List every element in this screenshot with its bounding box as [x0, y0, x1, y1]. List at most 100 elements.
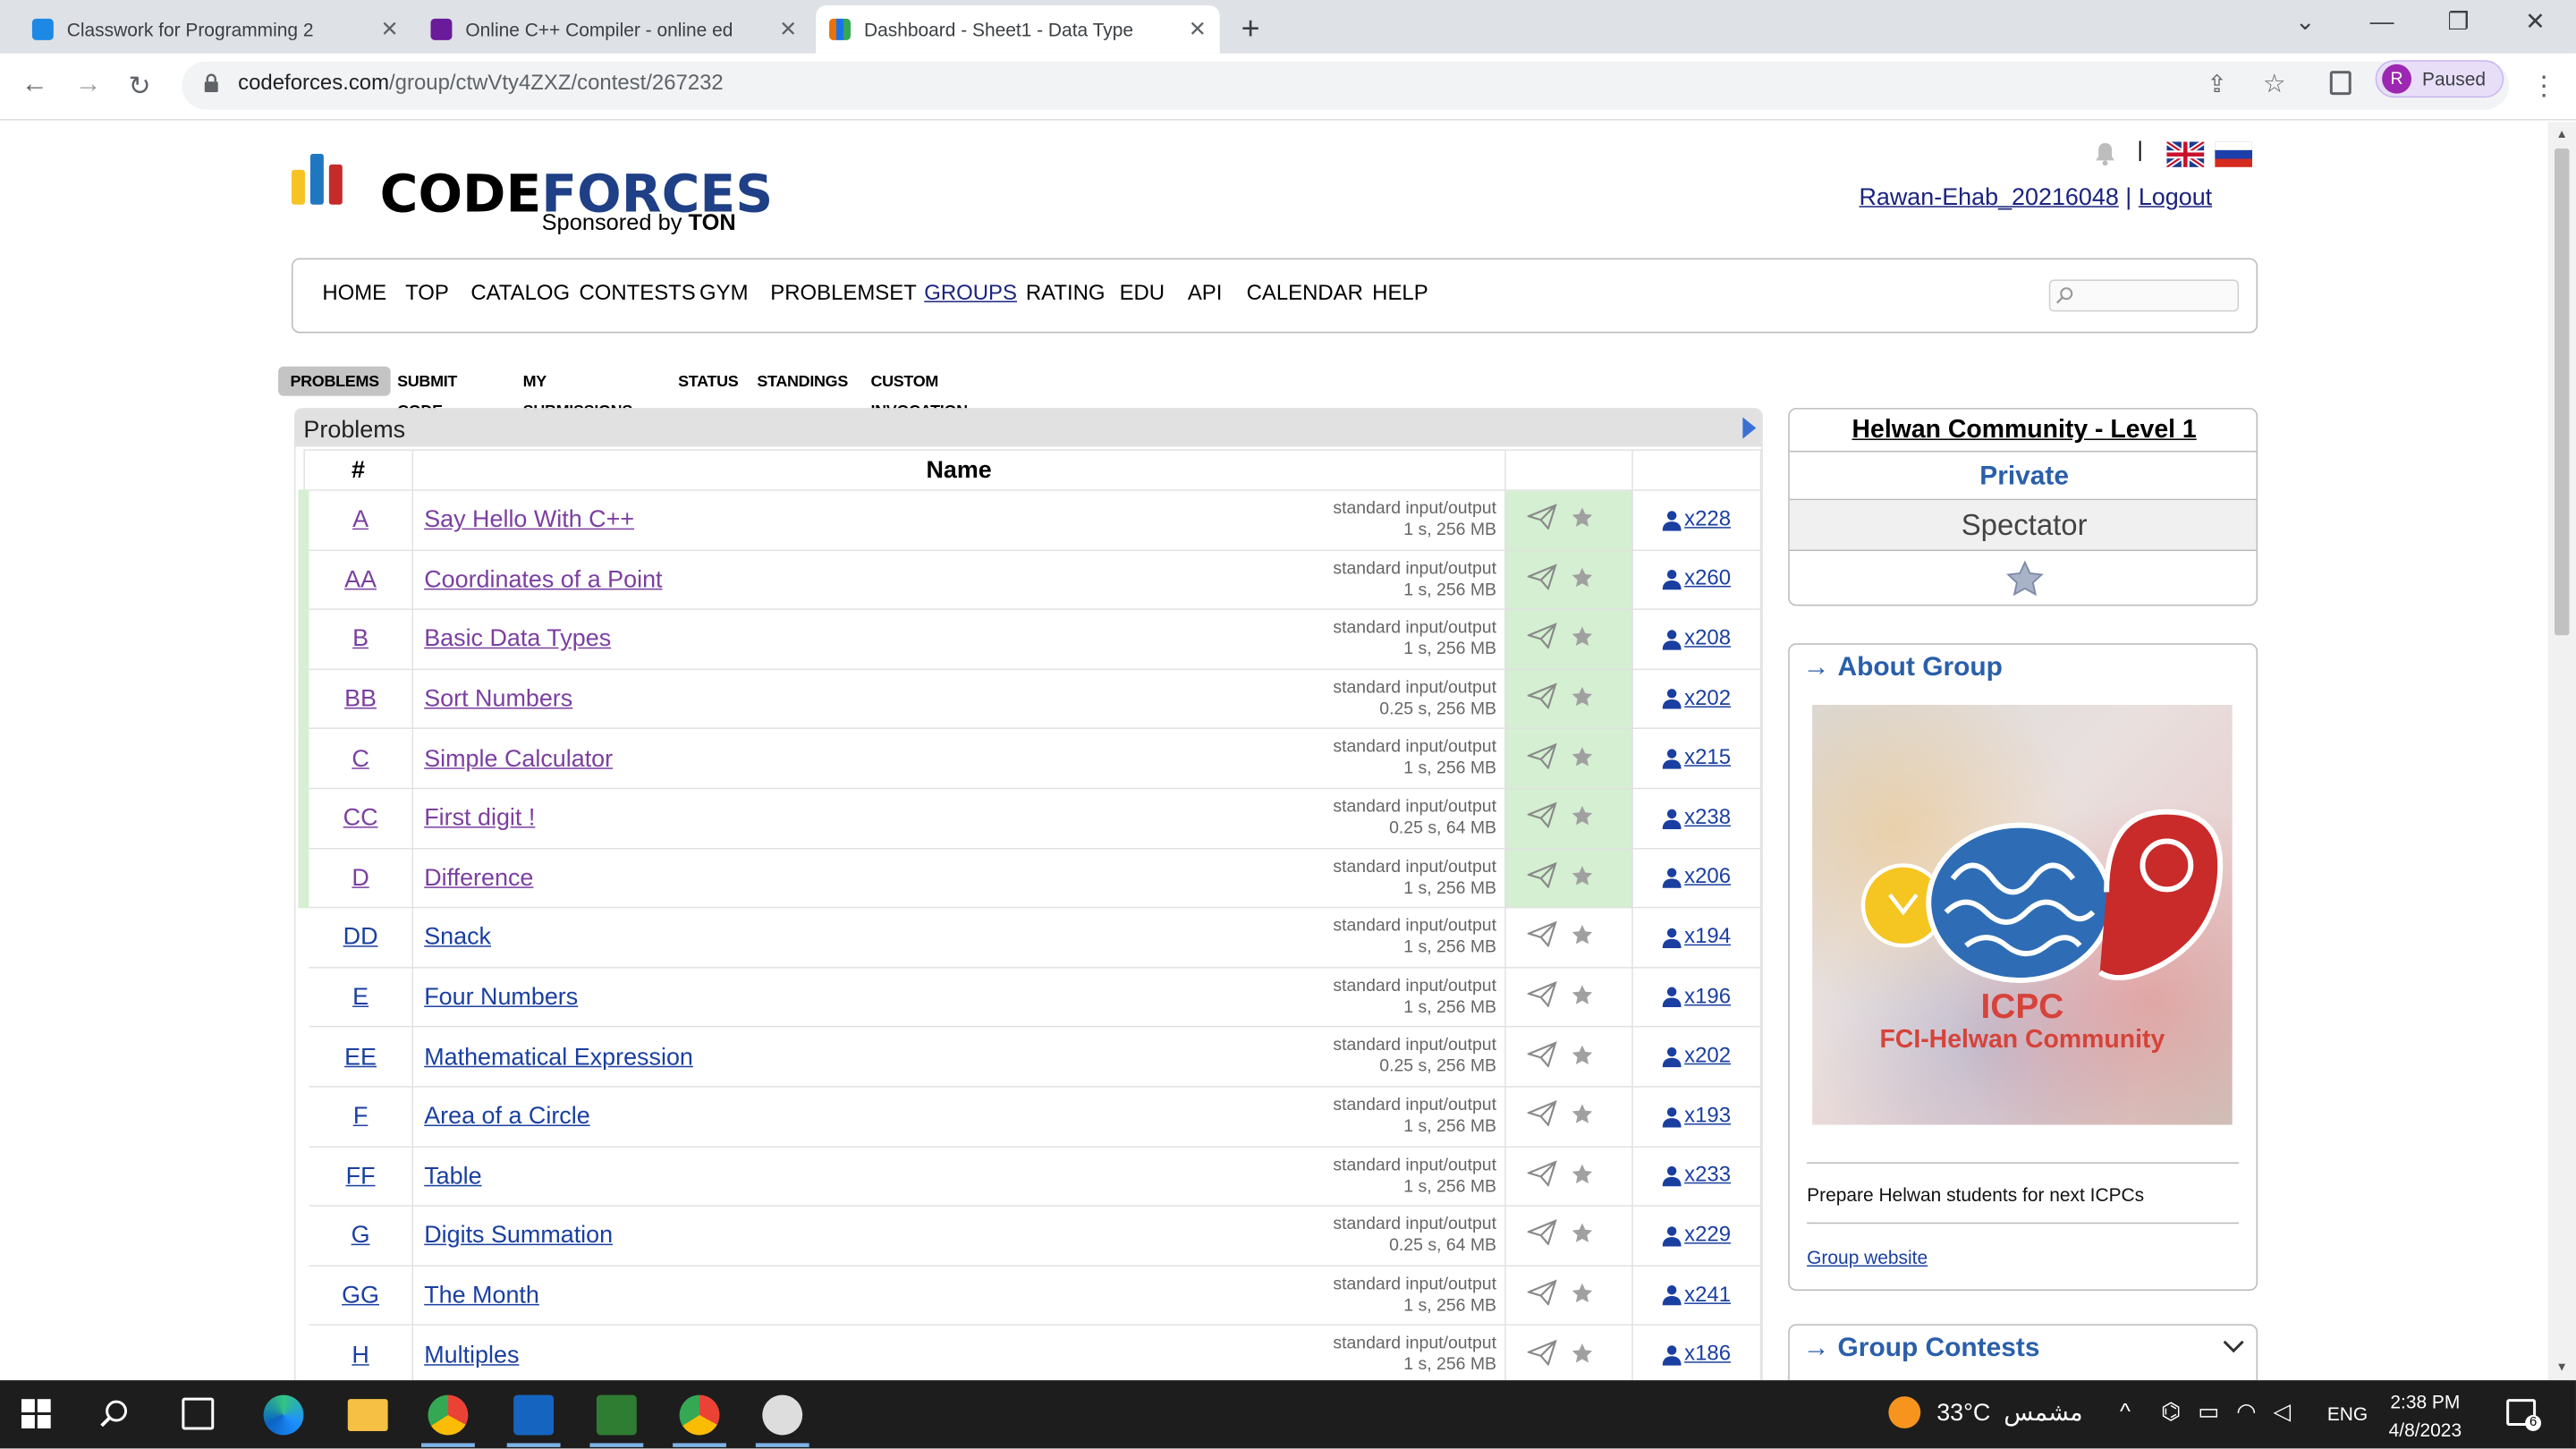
- problem-index-link[interactable]: F: [353, 1102, 368, 1129]
- problem-index-link[interactable]: BB: [344, 685, 377, 712]
- problem-index-link[interactable]: E: [352, 983, 369, 1010]
- problem-name-link[interactable]: Multiples: [424, 1341, 519, 1368]
- chevron-down-icon[interactable]: [2222, 1339, 2246, 1355]
- solved-count-link[interactable]: x241: [1684, 1284, 1731, 1306]
- forward-icon[interactable]: →: [75, 70, 102, 100]
- favourite-star-icon[interactable]: [1570, 506, 1594, 530]
- chrome-profile-icon[interactable]: [679, 1394, 720, 1436]
- favourite-star-icon[interactable]: [1570, 625, 1594, 649]
- problem-index-link[interactable]: C: [352, 744, 369, 771]
- problem-name-link[interactable]: The Month: [424, 1282, 539, 1309]
- menu-catalog[interactable]: CATALOG: [470, 283, 570, 307]
- snipping-tool-icon[interactable]: [762, 1394, 803, 1436]
- problem-index-link[interactable]: AA: [344, 565, 377, 592]
- submenu-standings[interactable]: STANDINGS: [745, 367, 860, 396]
- favourite-star-icon[interactable]: [1570, 983, 1594, 1007]
- notification-center-icon[interactable]: 6: [2506, 1399, 2542, 1431]
- problem-name-link[interactable]: Coordinates of a Point: [424, 565, 662, 592]
- windows-start-icon[interactable]: [21, 1399, 51, 1428]
- favourite-star-icon[interactable]: [1570, 804, 1594, 828]
- scrollbar-thumb[interactable]: [2555, 148, 2570, 636]
- solved-count-link[interactable]: x208: [1684, 627, 1731, 649]
- submit-plane-icon[interactable]: [1527, 1040, 1557, 1067]
- scroll-down-icon[interactable]: ▼: [2556, 1360, 2568, 1374]
- submit-plane-icon[interactable]: [1527, 563, 1557, 590]
- close-tab-icon[interactable]: ✕: [1189, 16, 1207, 43]
- bookmark-star-icon[interactable]: ☆: [2263, 70, 2285, 100]
- favourite-star-icon[interactable]: [1570, 1043, 1594, 1067]
- scroll-up-icon[interactable]: ▲: [2556, 127, 2568, 140]
- menu-problemset[interactable]: PROBLEMSET: [770, 283, 917, 307]
- favourite-star-icon[interactable]: [1570, 1222, 1594, 1246]
- weather-widget[interactable]: 33°C مشمس: [1888, 1396, 2083, 1428]
- close-tab-icon[interactable]: ✕: [381, 16, 399, 43]
- english-flag-icon[interactable]: [2166, 141, 2205, 167]
- solved-count-link[interactable]: x206: [1684, 866, 1731, 888]
- minimize-icon[interactable]: —: [2370, 8, 2394, 36]
- favourite-star-icon[interactable]: [1570, 923, 1594, 947]
- menu-groups[interactable]: GROUPS: [924, 283, 1017, 307]
- solved-count-link[interactable]: x228: [1684, 508, 1731, 530]
- close-tab-icon[interactable]: ✕: [779, 16, 797, 43]
- photos-icon[interactable]: [513, 1394, 555, 1436]
- menu-calendar[interactable]: CALENDAR: [1247, 283, 1363, 307]
- submit-plane-icon[interactable]: [1527, 1219, 1557, 1246]
- problem-index-link[interactable]: EE: [344, 1043, 377, 1070]
- clock[interactable]: 2:38 PM 4/8/2023: [2389, 1388, 2462, 1445]
- problem-name-link[interactable]: First digit !: [424, 804, 535, 831]
- notification-bell-icon[interactable]: [2095, 142, 2116, 166]
- browser-tab-dashboard[interactable]: Dashboard - Sheet1 - Data Type ✕: [816, 4, 1220, 54]
- page-scrollbar[interactable]: ▲ ▼: [2547, 122, 2576, 1381]
- problem-name-link[interactable]: Digits Summation: [424, 1222, 613, 1249]
- submit-plane-icon[interactable]: [1527, 980, 1557, 1008]
- menu-gym[interactable]: GYM: [699, 283, 749, 307]
- edge-icon[interactable]: [263, 1394, 304, 1436]
- solved-count-link[interactable]: x229: [1684, 1224, 1731, 1246]
- problem-name-link[interactable]: Area of a Circle: [424, 1102, 590, 1129]
- volume-icon[interactable]: ◁: [2274, 1399, 2292, 1424]
- submit-plane-icon[interactable]: [1527, 920, 1557, 948]
- menu-contests[interactable]: CONTESTS: [579, 283, 695, 307]
- submit-plane-icon[interactable]: [1527, 682, 1557, 709]
- submenu-submit-code[interactable]: SUBMIT CODE: [386, 367, 470, 420]
- solved-count-link[interactable]: x233: [1684, 1164, 1731, 1186]
- search-icon[interactable]: [99, 1398, 131, 1430]
- search-input[interactable]: [2048, 279, 2240, 312]
- task-view-icon[interactable]: [182, 1397, 215, 1430]
- restore-icon[interactable]: ❐: [2447, 8, 2469, 36]
- browser-tab-classwork[interactable]: Classwork for Programming 2 ✕: [19, 5, 412, 54]
- menu-home[interactable]: HOME: [322, 283, 386, 307]
- back-icon[interactable]: ←: [21, 70, 48, 100]
- menu-rating[interactable]: RATING: [1026, 283, 1106, 307]
- problem-index-link[interactable]: D: [352, 864, 369, 891]
- file-explorer-icon[interactable]: [347, 1399, 388, 1431]
- problem-name-link[interactable]: Mathematical Expression: [424, 1043, 693, 1070]
- menu-edu[interactable]: EDU: [1120, 283, 1165, 307]
- expand-arrow-icon[interactable]: [1742, 417, 1757, 439]
- favourite-star-icon[interactable]: [1570, 1341, 1594, 1365]
- submenu-my-submissions[interactable]: MY SUBMISSIONS: [511, 367, 644, 420]
- problem-name-link[interactable]: Simple Calculator: [424, 744, 613, 771]
- submit-plane-icon[interactable]: [1527, 1279, 1557, 1306]
- username-link[interactable]: Rawan-Ehab_20216048: [1859, 183, 2118, 210]
- solved-count-link[interactable]: x238: [1684, 806, 1731, 828]
- problem-name-link[interactable]: Sort Numbers: [424, 685, 572, 712]
- favourite-star-icon[interactable]: [1570, 744, 1594, 768]
- favourite-star-icon[interactable]: [1570, 1162, 1594, 1186]
- problem-name-link[interactable]: Four Numbers: [424, 983, 578, 1010]
- reload-icon[interactable]: ↻: [129, 70, 151, 103]
- problem-name-link[interactable]: Table: [424, 1162, 481, 1189]
- problem-index-link[interactable]: CC: [343, 804, 378, 831]
- logout-link[interactable]: Logout: [2139, 183, 2212, 210]
- submit-plane-icon[interactable]: [1527, 861, 1557, 888]
- chrome-icon[interactable]: [428, 1394, 469, 1436]
- address-bar[interactable]: codeforces.com/group/ctwVty4ZXZ/contest/…: [182, 61, 2510, 110]
- browser-tab-compiler[interactable]: Online C++ Compiler - online ed ✕: [418, 5, 811, 54]
- side-panel-icon[interactable]: [2329, 71, 2351, 96]
- favourite-star-icon[interactable]: [1570, 565, 1594, 589]
- submit-plane-icon[interactable]: [1527, 1099, 1557, 1127]
- favourite-star-icon[interactable]: [2004, 559, 2045, 599]
- solved-count-link[interactable]: x215: [1684, 747, 1731, 769]
- problem-index-link[interactable]: G: [352, 1222, 370, 1249]
- group-website-link[interactable]: Group website: [1807, 1247, 1928, 1268]
